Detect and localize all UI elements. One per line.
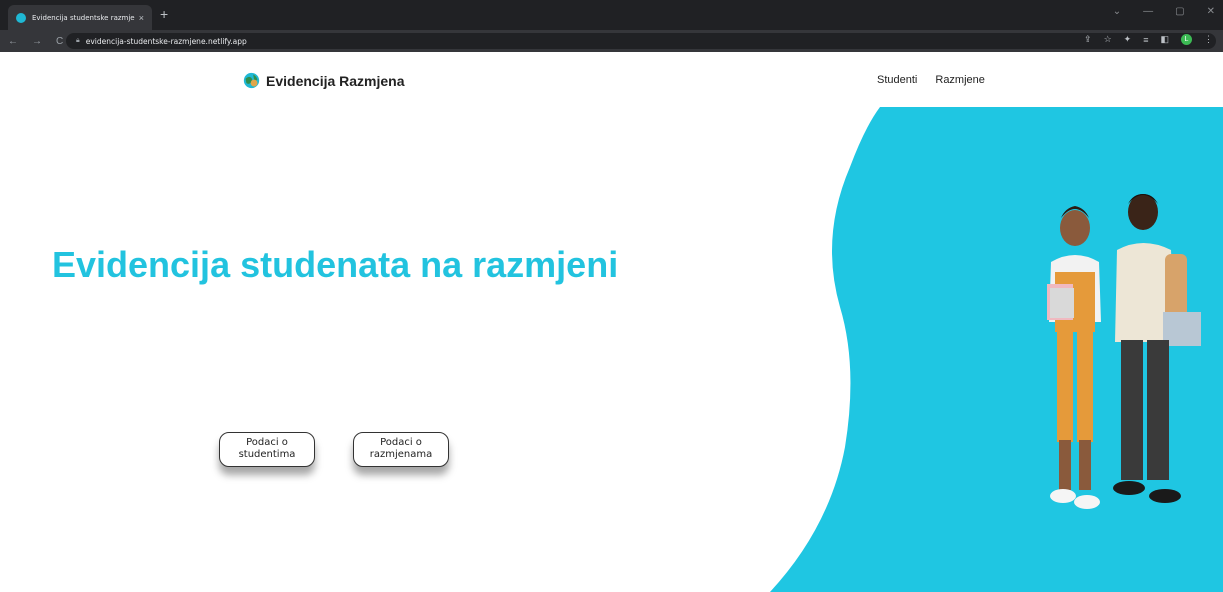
globe-logo-icon	[243, 72, 260, 89]
nav-link-studenti[interactable]: Studenti	[877, 74, 917, 86]
exchanges-data-button[interactable]: Podaci o razmjenama	[353, 432, 449, 467]
brand[interactable]: Evidencija Razmjena	[243, 72, 405, 89]
url-text: evidencija-studentske-razmjene.netlify.a…	[85, 36, 247, 46]
tab-title: Evidencija studentske razmjene	[32, 13, 135, 22]
students-data-button[interactable]: Podaci o studentima	[219, 432, 315, 467]
close-window-icon[interactable]: ✕	[1207, 6, 1215, 17]
nav-buttons: ← → C	[8, 36, 63, 47]
side-panel-icon[interactable]: ◧	[1160, 34, 1169, 45]
students-button-line2: studentima	[238, 449, 296, 460]
minimize-icon[interactable]: —	[1143, 6, 1153, 17]
students-button-line1: Podaci o	[246, 437, 288, 448]
globe-favicon-icon	[16, 12, 26, 23]
profile-avatar[interactable]: L	[1181, 34, 1192, 45]
exchanges-button-line1: Podaci o	[380, 437, 422, 448]
exchanges-button-line2: razmjenama	[369, 449, 433, 460]
window-controls: ⌄ — ▢ ✕	[1113, 6, 1215, 17]
forward-icon[interactable]: →	[32, 36, 42, 47]
menu-kebab-icon[interactable]: ⋮	[1204, 34, 1213, 45]
browser-tab-strip: Evidencija studentske razmjene × + ⌄ — ▢…	[0, 0, 1223, 30]
lock-icon: 🔒︎	[76, 37, 80, 44]
bookmark-star-icon[interactable]: ☆	[1104, 34, 1112, 45]
web-page: Evidencija Razmjena Studenti Razmjene Ev…	[0, 52, 1223, 592]
extension-icons: ⇪ ☆ ✦ ≡ ◧ L ⋮	[1084, 34, 1213, 45]
top-nav: Studenti Razmjene	[877, 74, 985, 86]
maximize-icon[interactable]: ▢	[1175, 6, 1184, 17]
new-tab-button[interactable]: +	[160, 6, 168, 22]
tab-close-icon[interactable]: ×	[139, 13, 144, 23]
brand-name: Evidencija Razmjena	[266, 72, 405, 89]
reload-icon[interactable]: C	[56, 36, 63, 47]
collapse-icon[interactable]: ⌄	[1113, 6, 1121, 17]
reading-list-icon[interactable]: ≡	[1143, 35, 1148, 45]
browser-tab[interactable]: Evidencija studentske razmjene ×	[8, 5, 152, 30]
address-bar[interactable]: 🔒︎ evidencija-studentske-razmjene.netlif…	[66, 33, 1216, 49]
back-icon[interactable]: ←	[8, 36, 18, 47]
hero-title: Evidencija studenata na razmjeni	[52, 244, 619, 285]
students-illustration	[1047, 194, 1201, 509]
extensions-puzzle-icon[interactable]: ✦	[1124, 34, 1132, 45]
nav-link-razmjene[interactable]: Razmjene	[935, 74, 985, 86]
share-icon[interactable]: ⇪	[1084, 34, 1092, 45]
